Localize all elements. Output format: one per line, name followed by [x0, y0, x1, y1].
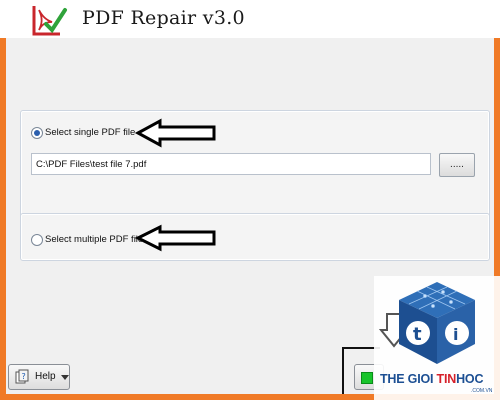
window-frame: PDF Repair v3.0 Select single PDF file C… [0, 0, 500, 400]
brand-part-1: THE GIOI [380, 372, 437, 386]
help-book-icon: ? [15, 369, 29, 384]
pdf-path-input[interactable]: C:\PDF Files\test file 7.pdf [31, 153, 431, 175]
svg-text:t: t [413, 324, 422, 345]
green-square-icon [361, 372, 373, 384]
brand-domain: .COM.VN [471, 388, 493, 394]
brand-part-2: TIN [436, 372, 457, 386]
pdf-repair-logo-icon [32, 6, 67, 36]
help-button[interactable]: ? Help [8, 364, 70, 390]
multiple-files-label[interactable]: Select multiple PDF files [45, 234, 148, 245]
window-title: PDF Repair v3.0 [82, 7, 245, 29]
title-bar: PDF Repair v3.0 [0, 0, 500, 38]
brand-name: THE GIOI TINHOC [380, 372, 483, 386]
svg-text:?: ? [22, 372, 26, 381]
cube-logo-icon: t i [399, 282, 475, 364]
brand-part-3: HOC [456, 372, 484, 386]
single-file-label[interactable]: Select single PDF file [45, 127, 135, 138]
single-file-radio[interactable] [31, 127, 43, 139]
multiple-files-group: Select multiple PDF files [20, 213, 490, 261]
help-label: Help [35, 371, 56, 382]
browse-button[interactable]: ..... [439, 153, 475, 177]
chevron-down-icon [61, 375, 69, 380]
multiple-files-radio[interactable] [31, 234, 43, 246]
svg-text:i: i [453, 325, 458, 344]
arrow-left-icon [134, 224, 216, 252]
arrow-left-icon [134, 118, 216, 148]
watermark-logo: t i THE GIOI TINHOC .COM.VN [374, 276, 500, 400]
